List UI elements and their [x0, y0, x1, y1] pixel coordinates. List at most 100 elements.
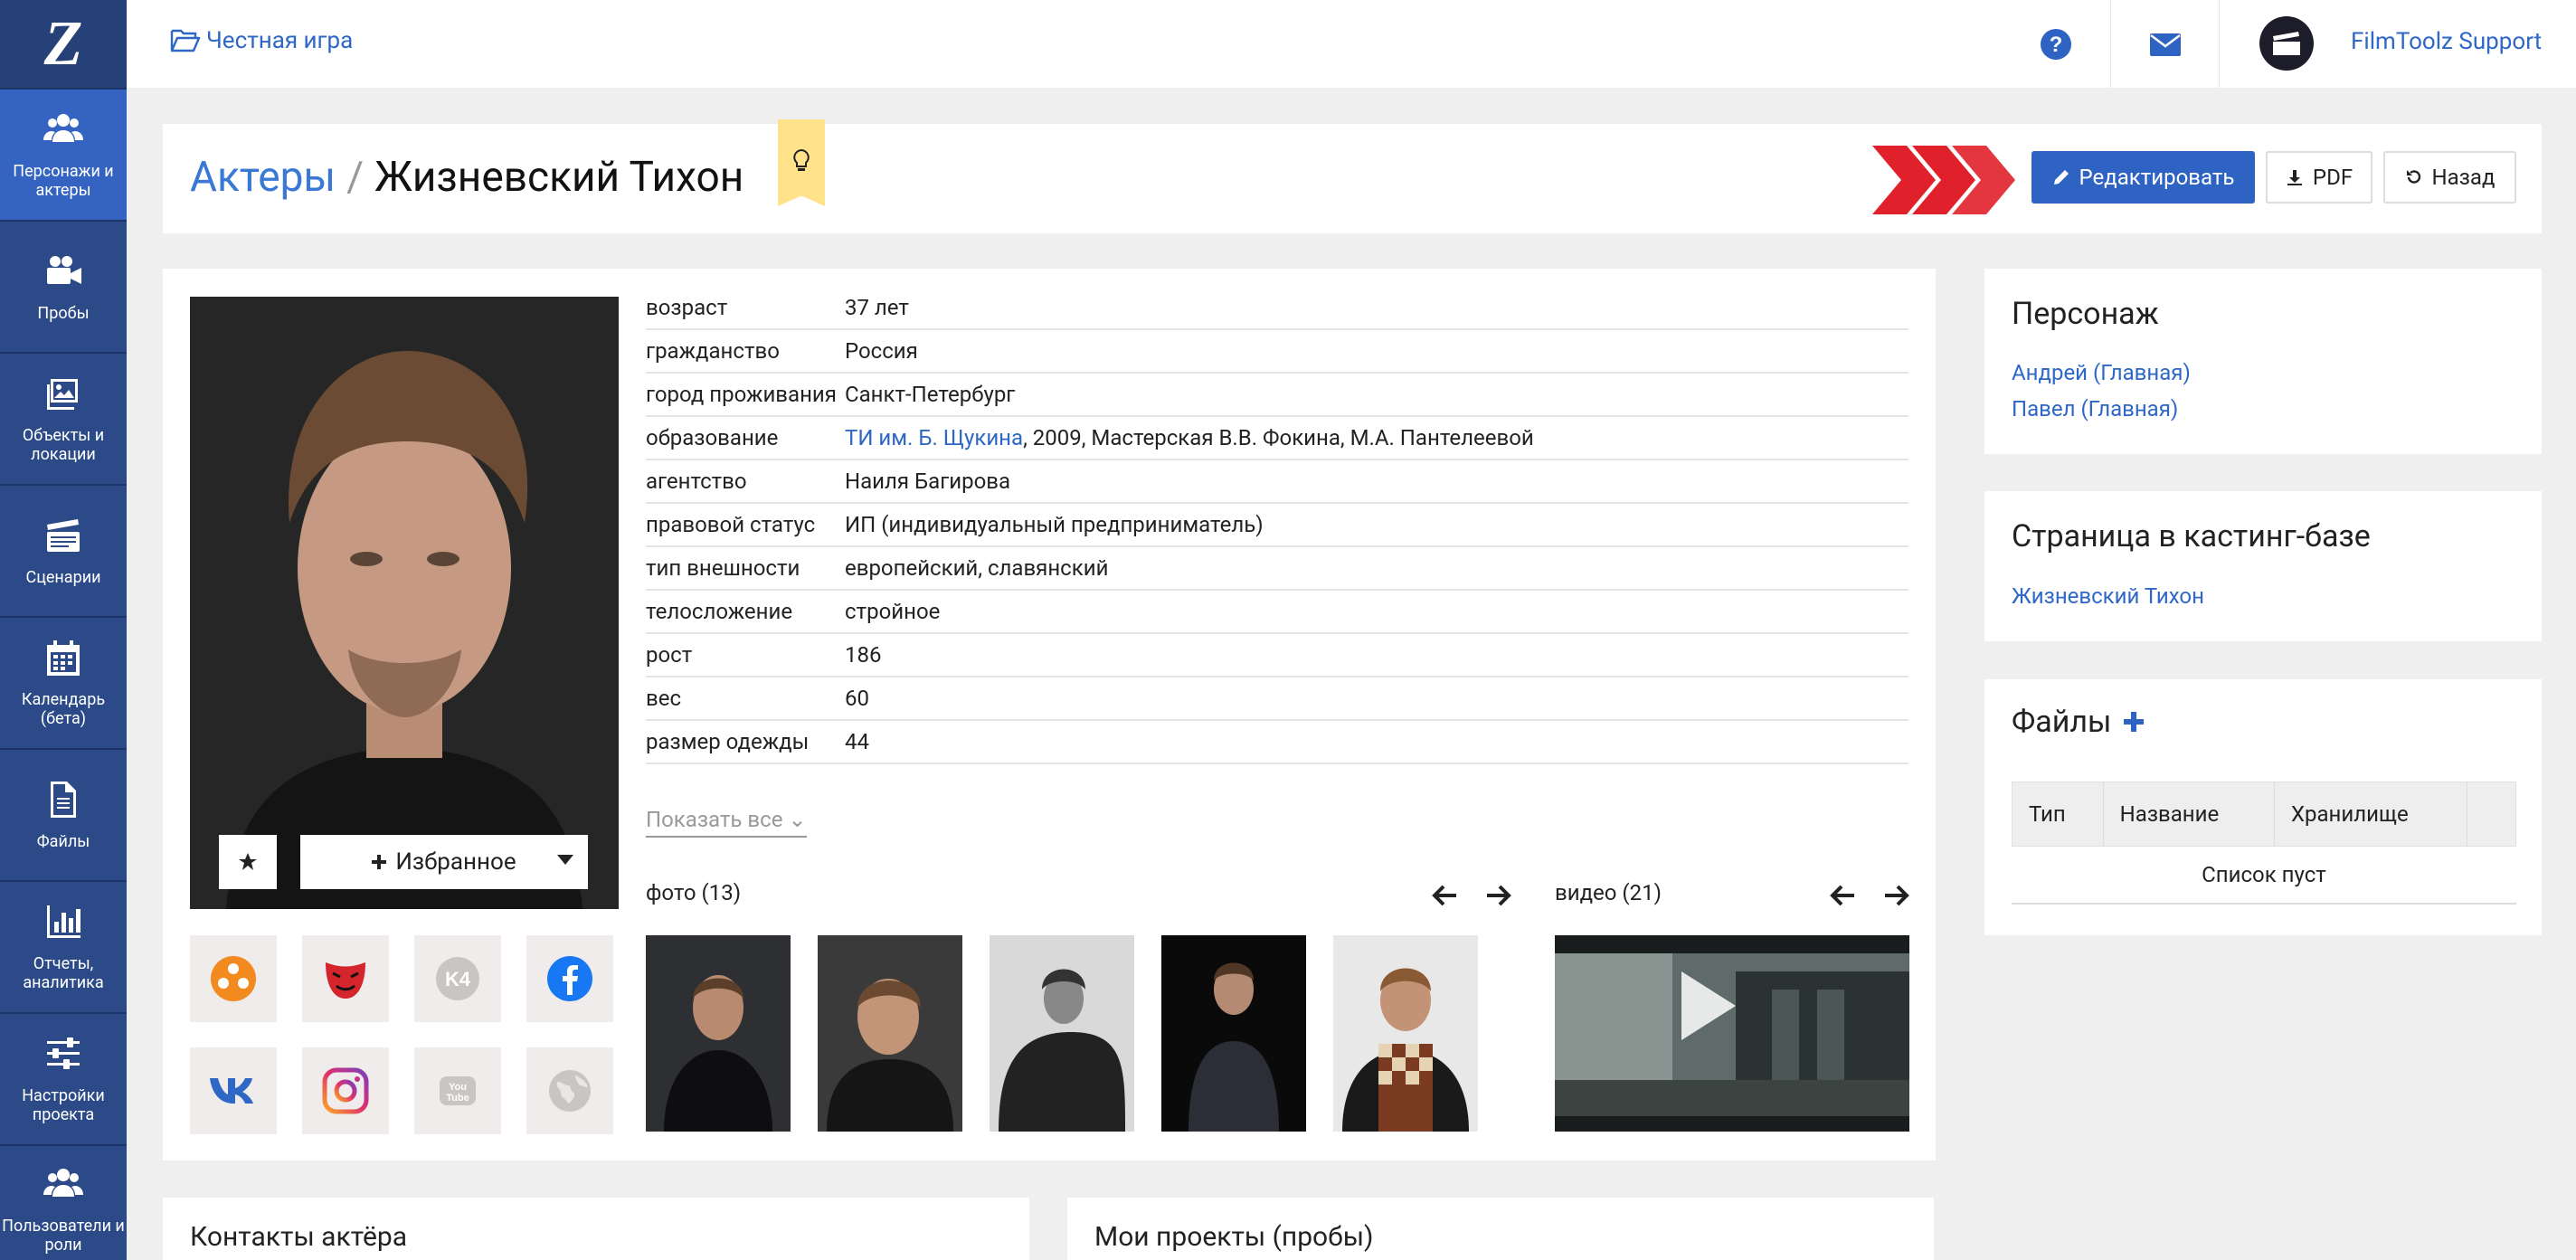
kinopoisk-icon: [211, 956, 256, 1001]
arrow-right-icon[interactable]: [1483, 881, 1512, 910]
photo-thumbnail[interactable]: [990, 935, 1134, 1132]
sidebar-item-label: Пробы: [37, 303, 90, 323]
files-card: Файлы Тип Название Хранилище Список пуст: [1984, 679, 2542, 935]
arrow-left-icon[interactable]: [1431, 881, 1460, 910]
sidebar-item-settings[interactable]: Настройки проекта: [0, 1012, 127, 1144]
actor-photo[interactable]: Избранное: [190, 297, 619, 909]
sidebar-item-label: Файлы: [36, 831, 90, 851]
pdf-button[interactable]: PDF: [2266, 151, 2372, 204]
contacts-card: Контакты актёра: [163, 1198, 1029, 1260]
chevrons-decoration-icon: [1872, 146, 2015, 214]
column-header[interactable]: Название: [2104, 782, 2275, 846]
clapperboard-icon: [47, 518, 80, 552]
projects-card-title: Мои проекты (пробы): [1094, 1221, 1374, 1253]
projects-card: Мои проекты (пробы): [1067, 1198, 1934, 1260]
agency-link[interactable]: Наиля Багирова: [845, 469, 1010, 494]
detail-row-weight: вес 60: [646, 677, 1908, 721]
facebook-link[interactable]: [526, 935, 613, 1022]
photo-thumbnail[interactable]: [646, 935, 791, 1132]
messages-button[interactable]: [2110, 0, 2220, 88]
avatar[interactable]: [2259, 16, 2314, 71]
plus-icon: [372, 855, 387, 869]
svg-text:You: You: [449, 1082, 467, 1093]
sidebar-item-users[interactable]: Пользователи и роли: [0, 1144, 127, 1260]
sidebar-item-files[interactable]: Файлы: [0, 748, 127, 880]
back-button[interactable]: Назад: [2383, 151, 2516, 204]
chevron-down-icon[interactable]: [557, 855, 573, 865]
video-thumbnail[interactable]: [1555, 935, 1909, 1132]
breadcrumb-actors-link[interactable]: Актеры: [190, 153, 336, 202]
plus-icon[interactable]: [2124, 712, 2145, 732]
sliders-icon: [47, 1037, 80, 1069]
kinopoisk-link[interactable]: [190, 935, 277, 1022]
kinoteatr-icon: K4: [436, 957, 479, 1000]
column-header[interactable]: Тип: [2012, 782, 2104, 846]
character-card-title: Персонаж: [2012, 296, 2159, 332]
contacts-card-title: Контакты актёра: [190, 1221, 408, 1253]
vk-link[interactable]: [190, 1047, 277, 1134]
favorite-button[interactable]: Избранное: [300, 835, 588, 889]
casting-profile-link[interactable]: Жизневский Тихон: [2012, 583, 2204, 609]
top-bar: Честная игра ? FilmToolz Support: [127, 0, 2576, 88]
youtube-icon: YouTube: [440, 1076, 476, 1105]
youtube-link[interactable]: You Tube: [414, 1047, 501, 1134]
show-all-link[interactable]: Показать все ⌄: [646, 807, 807, 838]
education-link[interactable]: ТИ им. Б. Щукина: [845, 425, 1023, 450]
photo-thumbnail[interactable]: [1161, 935, 1306, 1132]
user-name[interactable]: FilmToolz Support: [2351, 28, 2542, 55]
character-link[interactable]: Андрей (Главная): [2012, 360, 2191, 385]
photos-label: фото (13): [646, 880, 742, 905]
folder-open-icon: [170, 29, 201, 52]
files-table: Тип Название Хранилище Список пуст: [2012, 782, 2516, 905]
help-button[interactable]: ?: [2002, 0, 2110, 88]
theatre-link[interactable]: [302, 935, 389, 1022]
app-logo[interactable]: Z: [0, 0, 127, 88]
photo-thumbnail-partial[interactable]: [1505, 935, 1511, 1132]
character-link[interactable]: Павел (Главная): [2012, 396, 2178, 422]
files-empty-message: Список пуст: [2012, 847, 2516, 905]
sidebar-item-label: Сценарии: [25, 567, 101, 587]
detail-row-citizenship: гражданство Россия: [646, 330, 1908, 374]
kinoteatr-link[interactable]: K4: [414, 935, 501, 1022]
column-header[interactable]: Хранилище: [2275, 782, 2468, 846]
sidebar-item-reports[interactable]: Отчеты, аналитика: [0, 880, 127, 1012]
sidebar-item-locations[interactable]: Объекты и локации: [0, 352, 127, 484]
hint-bookmark[interactable]: [778, 119, 825, 206]
project-link[interactable]: Честная игра: [170, 27, 353, 54]
file-icon: [51, 781, 76, 818]
website-link[interactable]: [526, 1047, 613, 1134]
sidebar-item-calendar[interactable]: Календарь (бета): [0, 616, 127, 748]
star-button[interactable]: [219, 835, 277, 889]
sidebar-item-scripts[interactable]: Сценарии: [0, 484, 127, 616]
envelope-icon: [2150, 33, 2181, 56]
sidebar-item-actors[interactable]: Персонажи и актеры: [0, 88, 127, 220]
photo-thumbnail[interactable]: [818, 935, 962, 1132]
edit-button[interactable]: Редактировать: [2031, 151, 2255, 204]
arrow-left-icon[interactable]: [1829, 881, 1858, 910]
svg-text:?: ?: [2050, 33, 2063, 57]
chevron-down-icon: ⌄: [788, 807, 807, 832]
arrow-right-icon[interactable]: [1881, 881, 1910, 910]
files-card-title-row: Файлы: [2012, 704, 2145, 740]
svg-text:K4: K4: [445, 968, 471, 990]
sidebar-item-auditions[interactable]: Пробы: [0, 220, 127, 352]
detail-row-agency: агентство Наиля Багирова: [646, 460, 1908, 504]
instagram-icon: [322, 1067, 369, 1114]
bar-chart-icon: [47, 905, 80, 938]
detail-row-legal-status: правовой статус ИП (индивидуальный предпр…: [646, 504, 1908, 547]
sidebar-item-label: Персонажи и актеры: [13, 162, 114, 200]
breadcrumb-separator: /: [346, 153, 365, 202]
vk-icon: [210, 1078, 253, 1104]
breadcrumb: Актеры / Жизневский Тихон: [190, 153, 743, 202]
files-card-title: Файлы: [2012, 704, 2112, 740]
sidebar-item-label: Объекты и локации: [22, 426, 105, 464]
globe-icon: [549, 1070, 591, 1112]
photo-thumbnail[interactable]: [1333, 935, 1478, 1132]
instagram-link[interactable]: [302, 1047, 389, 1134]
detail-row-appearance: тип внешности европейский, славянский: [646, 547, 1908, 591]
detail-row-age: возраст 37 лет: [646, 287, 1908, 330]
detail-row-build: телосложение стройное: [646, 591, 1908, 634]
casting-card: Страница в кастинг-базе Жизневский Тихон: [1984, 491, 2542, 641]
download-icon: [2287, 170, 2302, 185]
star-icon: [239, 853, 257, 870]
